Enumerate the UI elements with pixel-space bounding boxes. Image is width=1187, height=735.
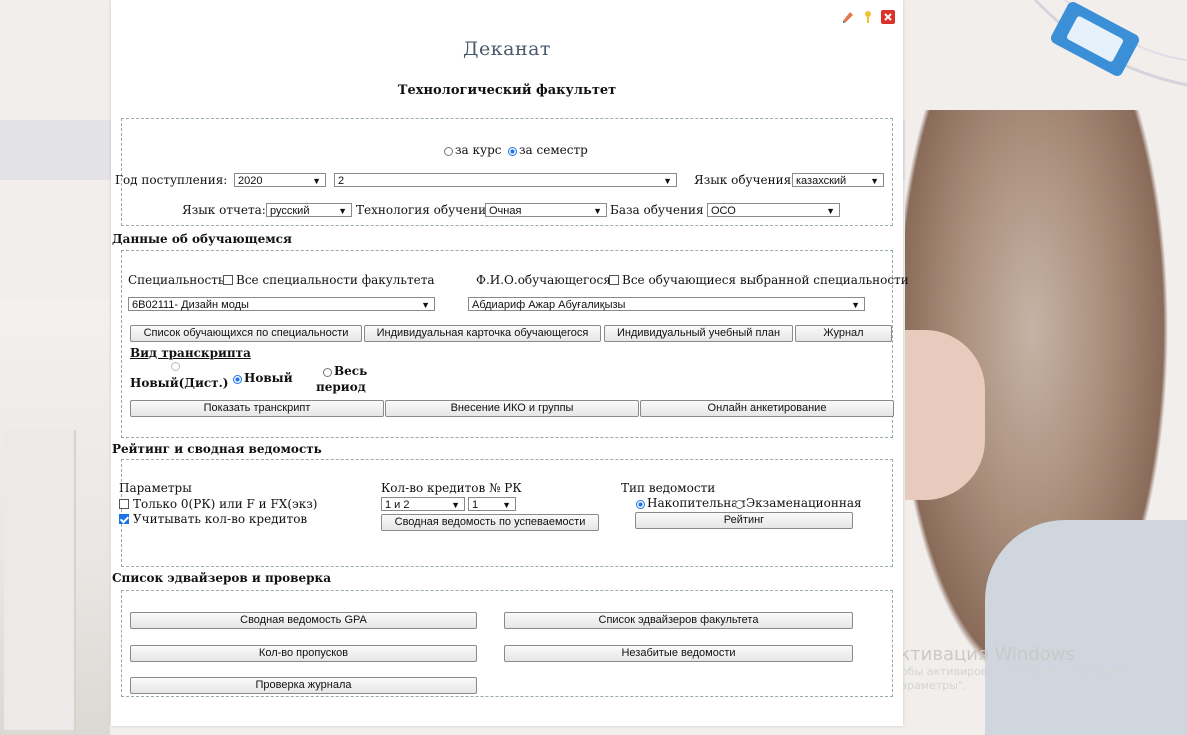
- radio-all-period[interactable]: [323, 368, 332, 377]
- radio-new-label: Новый: [244, 371, 293, 385]
- show-transcript-button[interactable]: Показать транскрипт: [130, 400, 384, 417]
- tech-select[interactable]: Очная ▼: [485, 203, 607, 217]
- radio-new[interactable]: [233, 375, 242, 384]
- gpa-summary-button[interactable]: Сводная ведомость GPA: [130, 612, 477, 629]
- background-monitor: [4, 430, 76, 730]
- base-label: База обучения: [610, 203, 704, 217]
- close-icon[interactable]: [881, 10, 895, 24]
- only-zero-label: Только 0(РК) или F и FX(экз): [133, 497, 318, 511]
- fio-label: Ф.И.О.обучающегося: [476, 273, 611, 287]
- count-credits-label: Учитывать кол-во кредитов: [133, 512, 308, 526]
- background-shirt: [985, 520, 1187, 735]
- radio-all-period-label-2: период: [316, 380, 366, 394]
- report-lang-select[interactable]: русский ▼: [266, 203, 352, 217]
- radio-per-semester[interactable]: [508, 147, 517, 156]
- study-plan-button[interactable]: Индивидуальный учебный план: [604, 325, 793, 342]
- rk-select[interactable]: 1 ▼: [468, 497, 516, 511]
- journal-button[interactable]: Журнал: [795, 325, 892, 342]
- study-lang-select[interactable]: казахский ▼: [792, 173, 884, 187]
- radio-exam[interactable]: [735, 500, 744, 509]
- absences-button[interactable]: Кол-во пропусков: [130, 645, 477, 662]
- summary-performance-button[interactable]: Сводная ведомость по успеваемости: [381, 514, 599, 531]
- windows-activation-watermark: Активация Windows Чтобы активировать Win…: [887, 644, 1140, 692]
- radio-per-course-label: за курс: [455, 143, 502, 157]
- credits-select[interactable]: 1 и 2 ▼: [381, 497, 465, 511]
- radio-all-period-label-1: Весь: [334, 364, 368, 378]
- help-icon[interactable]: [861, 10, 875, 24]
- statement-type-label: Тип ведомости: [621, 481, 716, 495]
- pencil-icon[interactable]: [841, 10, 855, 24]
- journal-check-button[interactable]: Проверка журнала: [130, 677, 477, 694]
- dean-office-panel: Деканат Технологический факультет за кур…: [111, 0, 909, 726]
- radio-new-dist-label: Новый(Дист.): [130, 376, 229, 390]
- radio-new-dist[interactable]: [171, 362, 180, 371]
- radio-per-semester-label: за семестр: [519, 143, 588, 157]
- year-select[interactable]: 2020 ▼: [234, 173, 326, 187]
- all-specialties-checkbox[interactable]: [223, 275, 233, 285]
- radio-cumulative[interactable]: [636, 500, 645, 509]
- specialty-select[interactable]: 6В02111- Дизайн моды ▼: [128, 297, 435, 311]
- student-list-button[interactable]: Список обучающихся по специальности: [130, 325, 362, 342]
- student-select[interactable]: Абдиариф Ажар Абуғалиқызы ▼: [468, 297, 865, 311]
- iko-groups-button[interactable]: Внесение ИКО и группы: [385, 400, 639, 417]
- unfilled-statements-button[interactable]: Незабитые ведомости: [504, 645, 853, 662]
- all-specialties-label: Все специальности факультета: [236, 273, 435, 287]
- tech-label: Технология обучения: [356, 203, 494, 217]
- params-label: Параметры: [119, 481, 192, 495]
- all-students-checkbox[interactable]: [609, 275, 619, 285]
- study-lang-label: Язык обучения:: [694, 173, 796, 187]
- student-card-button[interactable]: Индивидуальная карточка обучающегося: [364, 325, 601, 342]
- advisers-list-button[interactable]: Список эдвайзеров факультета: [504, 612, 853, 629]
- online-survey-button[interactable]: Онлайн анкетирование: [640, 400, 894, 417]
- count-credits-checkbox[interactable]: [119, 514, 129, 524]
- course-select[interactable]: 2 ▼: [334, 173, 677, 187]
- background-face: [905, 330, 985, 500]
- year-label: Год поступления:: [115, 173, 228, 187]
- rating-section-title: Рейтинг и сводная ведомость: [112, 442, 322, 456]
- all-students-label: Все обучающиеся выбранной специальности: [622, 273, 909, 287]
- advisers-section-title: Список эдвайзеров и проверка: [112, 571, 331, 585]
- radio-cumulative-label: Накопительная: [647, 496, 746, 510]
- faculty-title: Технологический факультет: [397, 83, 617, 98]
- radio-exam-label: Экзаменационная: [746, 496, 862, 510]
- transcript-type-title: Вид транскрипта: [130, 346, 251, 360]
- credits-label: Кол-во кредитов № РК: [381, 481, 522, 495]
- base-select[interactable]: ОСО ▼: [707, 203, 840, 217]
- panel-toolbar: [841, 10, 895, 24]
- students-section-title: Данные об обучающемся: [112, 232, 292, 246]
- radio-per-course[interactable]: [444, 147, 453, 156]
- rating-button[interactable]: Рейтинг: [635, 512, 853, 529]
- specialty-label: Специальность: [128, 273, 225, 287]
- only-zero-checkbox[interactable]: [119, 499, 129, 509]
- report-lang-label: Язык отчета:: [182, 203, 266, 217]
- app-title: Деканат: [463, 38, 551, 60]
